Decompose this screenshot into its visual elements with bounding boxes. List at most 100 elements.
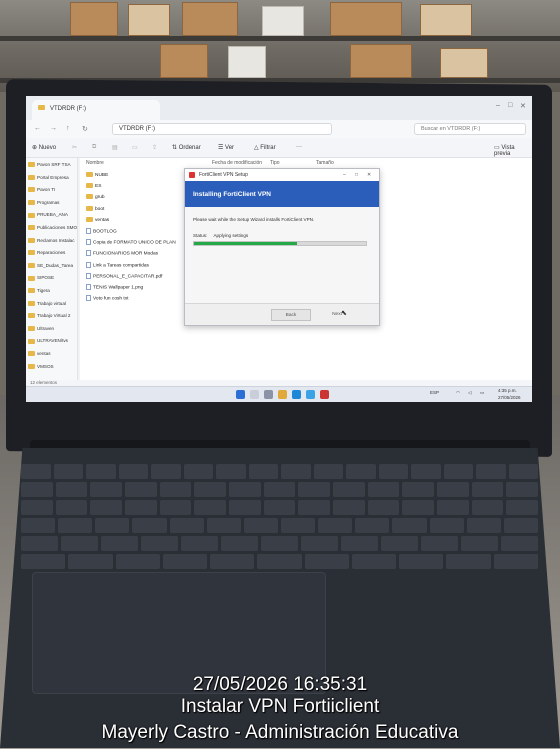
task-view-icon[interactable]: [264, 390, 273, 399]
keyboard: [20, 464, 540, 574]
keyboard-key: [493, 554, 538, 569]
tab-title: VTDRDR (F:): [50, 106, 86, 112]
file-row[interactable]: FUNCIONARIOS MOR Modas: [86, 250, 158, 257]
column-type[interactable]: Tipo: [270, 160, 280, 166]
sidebar-item[interactable]: Portal Empresa: [28, 175, 69, 180]
tray-language[interactable]: ESP: [430, 390, 439, 395]
installer-dialog: FortiClient VPN Setup – □ ✕ Installing F…: [184, 168, 380, 326]
keyboard-key: [298, 500, 330, 515]
keyboard-key: [501, 536, 538, 551]
refresh-icon[interactable]: ↻: [82, 125, 88, 133]
more-button[interactable]: ···: [296, 144, 302, 150]
file-row[interactable]: Link a Tareas compartidas: [86, 261, 149, 268]
sidebar-item[interactable]: Pavon SRF TSA: [28, 162, 71, 168]
sidebar-item[interactable]: PRUEBA_ANA: [28, 212, 68, 218]
file-row[interactable]: BOOTLOG: [86, 228, 117, 234]
file-name: boot: [95, 206, 105, 212]
file-row[interactable]: NUBE: [86, 172, 108, 178]
keyboard-key: [471, 482, 504, 497]
view-button[interactable]: ☰ Ver: [218, 144, 234, 151]
explorer-tab[interactable]: VTDRDR (F:): [32, 100, 160, 120]
close-icon[interactable]: ✕: [520, 102, 526, 110]
windows-taskbar: ESP ◠ ◁ ▭ 4:35 p.m. 27/05/2026: [26, 386, 532, 402]
file-row[interactable]: ventas: [86, 216, 109, 223]
sidebar-item[interactable]: ULTRAVEN/tvs: [28, 338, 68, 344]
keyboard-key: [341, 536, 378, 551]
sidebar-item[interactable]: VMSOS: [28, 364, 54, 369]
new-button[interactable]: ⊕ Nuevo: [32, 144, 56, 151]
sort-button[interactable]: ⇅ Ordenar: [172, 144, 201, 151]
folder-icon: [28, 351, 35, 357]
up-icon[interactable]: ↑: [66, 125, 70, 132]
sidebar-item[interactable]: Programas: [28, 200, 59, 206]
next-button[interactable]: Next: [317, 309, 357, 321]
preview-button[interactable]: ▭ Vista previa: [494, 144, 532, 157]
close-icon[interactable]: ✕: [367, 172, 371, 178]
folder-icon: [86, 216, 93, 222]
keyboard-key: [229, 482, 261, 497]
keyboard-key: [257, 554, 302, 569]
keyboard-key: [95, 518, 130, 533]
file-row[interactable]: grub: [86, 194, 105, 200]
address-field[interactable]: VTDRDR (F:): [112, 123, 332, 135]
keyboard-key: [281, 464, 311, 479]
sidebar-item[interactable]: Trabajo Virtual 2: [28, 313, 70, 319]
edge-icon[interactable]: [292, 390, 301, 399]
copy-icon[interactable]: ⧉: [92, 144, 96, 151]
sidebar-item[interactable]: Trabajo virtual: [28, 301, 66, 306]
file-name: TENIS Wallpaper 1.png: [93, 285, 144, 291]
sidebar-item-label: VMSOS: [37, 363, 54, 369]
back-button[interactable]: Back: [271, 309, 311, 321]
keyboard-key: [461, 536, 498, 551]
filter-button[interactable]: △ Filtrar: [254, 144, 276, 151]
minimize-icon[interactable]: –: [343, 172, 346, 178]
share-icon[interactable]: ⇪: [152, 144, 157, 151]
store-icon[interactable]: [306, 390, 315, 399]
keyboard-key: [355, 518, 390, 533]
volume-icon[interactable]: ◁: [468, 390, 471, 396]
sidebar-item-label: Tigera: [37, 288, 50, 293]
file-explorer-icon[interactable]: [278, 390, 287, 399]
battery-icon[interactable]: ▭: [480, 390, 484, 396]
folder-icon: [86, 172, 93, 177]
sidebar-item-label: Pavon TI: [37, 187, 56, 193]
sidebar-item[interactable]: SIPOSE: [28, 275, 54, 281]
file-row[interactable]: TENIS Wallpaper 1.png: [86, 284, 143, 290]
file-row[interactable]: ES: [86, 183, 101, 189]
maximize-icon[interactable]: □: [508, 102, 512, 109]
file-row[interactable]: boot: [86, 205, 105, 212]
cut-icon[interactable]: ✂: [72, 144, 77, 151]
column-size[interactable]: Tamaño: [316, 160, 334, 166]
folder-icon: [86, 183, 93, 189]
sidebar-item[interactable]: SE_Dudas_Tarea: [28, 263, 73, 269]
column-name[interactable]: Nombre: [86, 160, 104, 166]
tray-date[interactable]: 27/05/2026: [498, 395, 521, 400]
tray-time[interactable]: 4:35 p.m.: [498, 388, 517, 393]
forward-icon[interactable]: →: [50, 125, 57, 132]
paste-icon[interactable]: ▤: [112, 144, 118, 151]
shelf-rail: [0, 36, 560, 41]
maximize-icon[interactable]: □: [355, 172, 358, 178]
column-date[interactable]: Fecha de modificación: [212, 160, 262, 166]
keyboard-key: [115, 554, 160, 569]
rename-icon[interactable]: ▭: [132, 144, 138, 151]
sidebar-item[interactable]: Ultraven: [28, 326, 54, 332]
minimize-icon[interactable]: –: [496, 102, 500, 109]
file-row[interactable]: Copia de FORMATO UNICO DE PLAN: [86, 239, 176, 245]
wifi-icon[interactable]: ◠: [456, 390, 460, 396]
sidebar-item[interactable]: ventas: [28, 351, 51, 357]
forticlient-taskbar-icon[interactable]: [320, 390, 329, 399]
sidebar-item[interactable]: Publicaciones SMO: [28, 225, 77, 231]
back-icon[interactable]: ←: [34, 125, 41, 132]
sidebar-item[interactable]: Tigera: [28, 288, 50, 294]
keyboard-key: [304, 554, 349, 569]
start-icon[interactable]: [236, 390, 245, 399]
file-row[interactable]: PERSONAL_E_CAPACITAR.pdf: [86, 272, 162, 279]
search-input[interactable]: Buscar en VTDRDR (F:): [414, 123, 526, 135]
search-icon[interactable]: [250, 390, 259, 399]
sidebar-item[interactable]: Reparaciones: [28, 250, 65, 256]
sidebar-item[interactable]: Pavon TI: [28, 187, 56, 193]
folder-icon: [38, 105, 47, 111]
sidebar-item[interactable]: Reclamos Instalac: [28, 238, 75, 243]
file-row[interactable]: Voto fun cosh txt: [86, 295, 128, 301]
